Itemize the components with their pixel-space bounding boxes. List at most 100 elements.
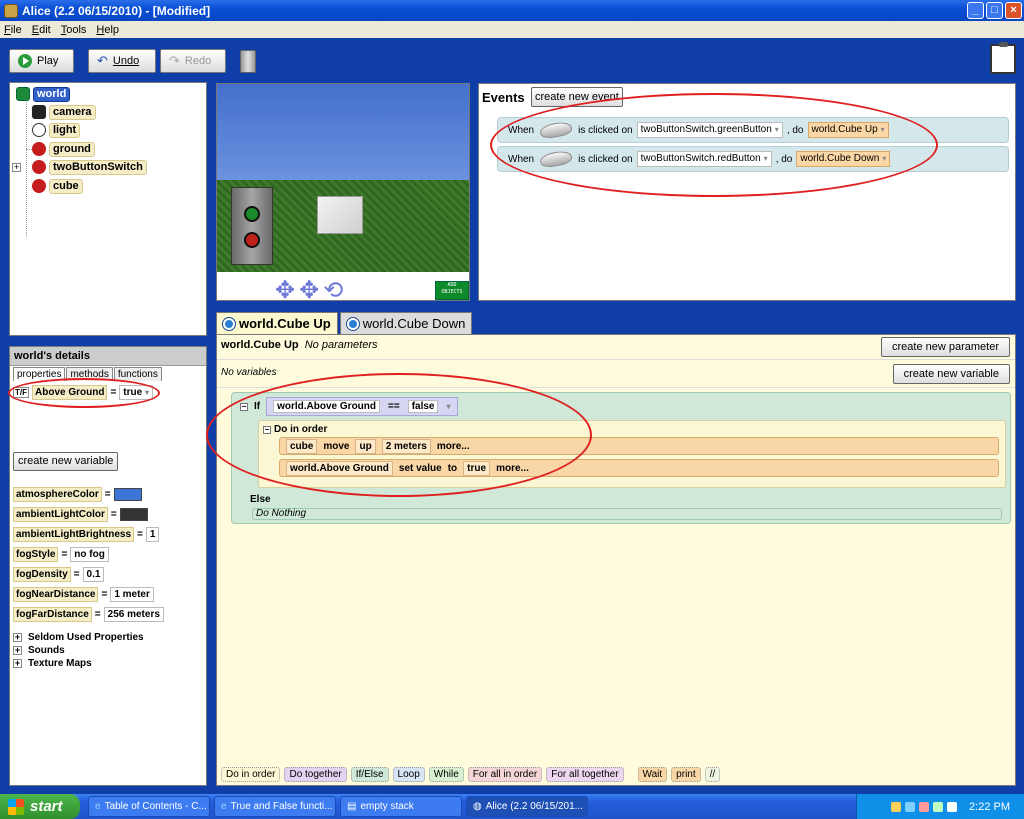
tab-methods[interactable]: methods — [66, 367, 113, 381]
taskbar-item-true-false[interactable]: e True and False functi... — [214, 796, 336, 817]
prop-atmospherecolor[interactable]: atmosphereColor = — [13, 487, 142, 502]
tab-functions[interactable]: functions — [113, 367, 162, 381]
palette-comment[interactable]: // — [704, 767, 721, 782]
create-new-variable-button[interactable]: create new variable — [13, 452, 119, 471]
atmosphere-color-swatch[interactable] — [113, 488, 142, 501]
camera-move-arrows-icon[interactable]: ✥✥⟲ — [275, 276, 347, 300]
details-tabs: properties methods functions — [10, 367, 206, 381]
prop-fogfardistance[interactable]: fogFarDistance = 256 meters — [13, 607, 164, 622]
variable-value-dropdown[interactable]: true ▾ — [119, 385, 153, 400]
prop-fogstyle[interactable]: fogStyle = no fog — [13, 547, 109, 562]
create-new-event-button[interactable]: create new event — [531, 87, 623, 107]
event-method-dropdown[interactable]: world.Cube Up ▾ — [807, 122, 889, 138]
trash-icon[interactable] — [240, 50, 256, 73]
tray-icon[interactable] — [947, 801, 958, 812]
palette-do-in-order[interactable]: Do in order — [221, 767, 281, 782]
tray-icon[interactable] — [891, 801, 902, 812]
event-target-dropdown[interactable]: twoButtonSwitch.greenButton ▾ — [636, 122, 783, 138]
cube-object-icon — [32, 179, 46, 193]
if-condition[interactable]: world.Above Ground == false ▾ — [266, 397, 458, 416]
menu-tools[interactable]: Tools — [61, 24, 87, 36]
tree-item-world[interactable]: world — [16, 86, 71, 102]
clock[interactable]: 2:22 PM — [969, 801, 1010, 813]
menu-edit[interactable]: Edit — [32, 24, 51, 36]
camera-controls: ✥✥⟲ ADD OBJECTS — [217, 272, 469, 300]
undo-button[interactable]: ↶ Undo — [88, 49, 156, 73]
statement-set-value[interactable]: world.Above Ground set value to true mor… — [279, 459, 999, 477]
start-button[interactable]: start — [0, 794, 80, 819]
statement-cube-move[interactable]: cube move up 2 meters more... — [279, 437, 999, 455]
cube-model[interactable] — [317, 196, 363, 234]
expand-twobuttonswitch-icon[interactable]: + — [12, 163, 21, 172]
tray-icon[interactable] — [919, 801, 930, 812]
tab-cube-down[interactable]: world.Cube Down — [339, 312, 473, 334]
tray-icon[interactable] — [905, 801, 916, 812]
menu-help[interactable]: Help — [96, 24, 119, 36]
redo-button[interactable]: ↷ Redo — [160, 49, 226, 73]
minimize-icon[interactable]: _ — [967, 2, 984, 19]
variable-above-ground[interactable]: T/F Above Ground = true ▾ — [13, 385, 153, 400]
section-texture-maps[interactable]: + Texture Maps — [13, 658, 92, 669]
palette-while[interactable]: While — [428, 767, 464, 782]
prop-fogneardistance[interactable]: fogNearDistance = 1 meter — [13, 587, 154, 602]
palette-do-together[interactable]: Do together — [284, 767, 347, 782]
event-row-red[interactable]: When is clicked on twoButtonSwitch.redBu… — [497, 146, 1009, 172]
ambient-color-swatch[interactable] — [119, 508, 148, 521]
tree-item-cube[interactable]: cube — [32, 178, 83, 194]
do-nothing-slot[interactable]: Do Nothing — [252, 508, 1002, 520]
section-sounds[interactable]: + Sounds — [13, 645, 65, 656]
tree-item-light[interactable]: light — [32, 122, 81, 138]
play-button[interactable]: Play — [9, 49, 74, 73]
two-button-switch-model[interactable] — [231, 187, 273, 265]
section-seldom-used[interactable]: + Seldom Used Properties — [13, 632, 144, 643]
tab-properties[interactable]: properties — [13, 367, 66, 381]
undo-icon: ↶ — [97, 53, 108, 68]
taskbar-item-table-of-contents[interactable]: e Table of Contents - C... — [88, 796, 210, 817]
expand-icon[interactable]: + — [13, 659, 22, 668]
mouse-icon — [539, 120, 574, 140]
window-titlebar: Alice (2.2 06/15/2010) - [Modified] _ □ … — [0, 0, 1024, 21]
palette-wait[interactable]: Wait — [637, 767, 668, 782]
menu-file[interactable]: File — [4, 24, 22, 36]
collapse-icon[interactable]: − — [263, 425, 271, 434]
prop-ambientlightbrightness[interactable]: ambientLightBrightness = 1 — [13, 527, 160, 542]
red-button-model[interactable] — [244, 232, 260, 248]
tray-icon[interactable] — [933, 801, 944, 812]
palette-loop[interactable]: Loop — [392, 767, 425, 782]
add-objects-button[interactable]: ADD OBJECTS — [435, 281, 469, 300]
collapse-icon[interactable]: − — [240, 402, 248, 411]
menu-bar: File Edit Tools Help — [0, 21, 1024, 38]
prop-fogdensity[interactable]: fogDensity = 0.1 — [13, 567, 105, 582]
prop-ambientlightcolor[interactable]: ambientLightColor = — [13, 507, 148, 522]
tab-cube-up[interactable]: world.Cube Up — [216, 312, 338, 334]
expand-icon[interactable]: + — [13, 646, 22, 655]
clipboard-icon[interactable] — [990, 42, 1016, 74]
create-new-parameter-button[interactable]: create new parameter — [881, 337, 1010, 357]
do-in-order-block[interactable]: − Do in order cube move up 2 meters more… — [258, 420, 1006, 488]
switch-object-icon — [32, 160, 46, 174]
event-row-green[interactable]: When is clicked on twoButtonSwitch.green… — [497, 117, 1009, 143]
tree-item-twobuttonswitch[interactable]: twoButtonSwitch — [32, 159, 147, 175]
event-target-dropdown[interactable]: twoButtonSwitch.redButton ▾ — [636, 151, 772, 167]
green-button-model[interactable] — [244, 206, 260, 222]
palette-for-all-together[interactable]: For all together — [546, 767, 624, 782]
palette-for-all-in-order[interactable]: For all in order — [467, 767, 543, 782]
ie-icon: e — [95, 801, 101, 812]
close-icon[interactable]: × — [1005, 2, 1022, 19]
create-new-variable-button-editor[interactable]: create new variable — [892, 364, 1010, 384]
boolean-type-icon: T/F — [13, 387, 29, 398]
taskbar: start e Table of Contents - C... e True an… — [0, 794, 1024, 819]
if-else-block[interactable]: − If world.Above Ground == false ▾ − Do … — [231, 392, 1011, 524]
world-viewport[interactable]: ✥✥⟲ ADD OBJECTS — [216, 83, 470, 301]
palette-print[interactable]: print — [671, 767, 701, 782]
tree-item-camera[interactable]: camera — [32, 104, 96, 120]
expand-icon[interactable]: + — [13, 633, 22, 642]
palette-if-else[interactable]: If/Else — [350, 767, 389, 782]
event-method-dropdown[interactable]: world.Cube Down ▾ — [796, 151, 891, 167]
taskbar-item-empty-stack[interactable]: ▤ empty stack — [340, 796, 462, 817]
windows-logo-icon — [8, 798, 24, 815]
document-icon: ▤ — [347, 801, 357, 812]
tree-item-ground[interactable]: ground — [32, 141, 95, 157]
taskbar-item-alice[interactable]: ◍ Alice (2.2 06/15/201... — [466, 796, 588, 817]
maximize-icon[interactable]: □ — [986, 2, 1003, 19]
